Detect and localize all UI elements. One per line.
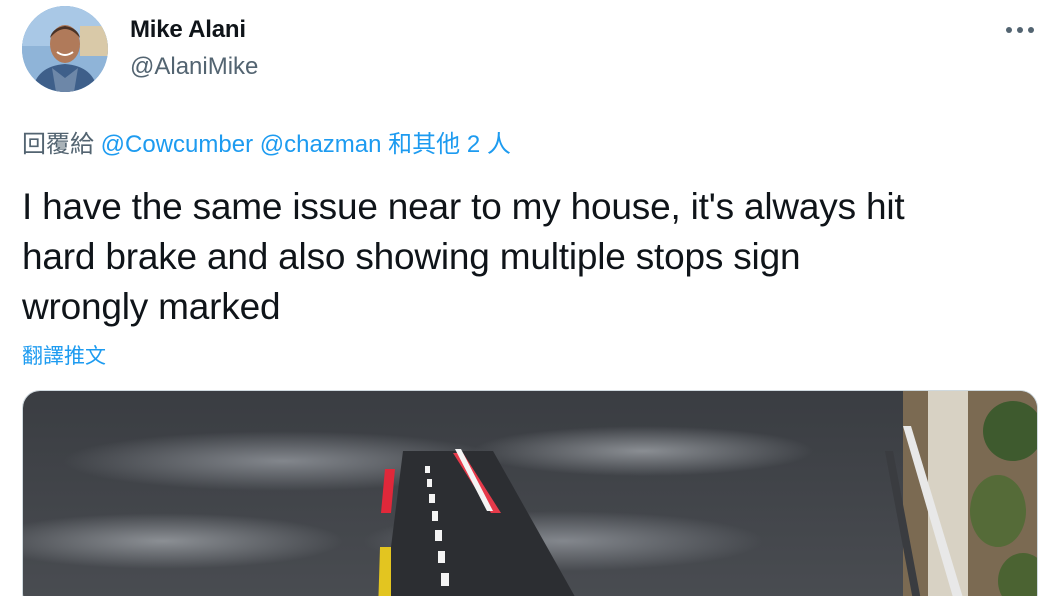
tweet-text-line: wrongly marked (22, 286, 281, 327)
display-name[interactable]: Mike Alani (130, 16, 246, 44)
translate-tweet-link[interactable]: 翻譯推文 (22, 340, 106, 370)
avatar-image (22, 6, 108, 92)
tweet-text-line: I have the same issue near to my house, … (22, 186, 905, 227)
mention-link[interactable]: @Cowcumber (101, 131, 253, 158)
avatar[interactable] (22, 6, 108, 92)
mention-link[interactable]: @chazman (260, 131, 382, 158)
others-link[interactable]: 和其他 2 人 (388, 131, 511, 158)
tweet-text-line: hard brake and also showing multiple sto… (22, 236, 801, 277)
tweet-text: I have the same issue near to my house, … (22, 182, 1032, 332)
tweet-media-image[interactable] (22, 390, 1038, 596)
road-photo (23, 391, 1037, 596)
more-horizontal-icon (1006, 27, 1034, 33)
more-options-button[interactable] (1000, 12, 1040, 48)
reply-context: 回覆給 @Cowcumber @chazman 和其他 2 人 (22, 124, 511, 159)
reply-prefix: 回覆給 (22, 131, 94, 158)
user-handle[interactable]: @AlaniMike (130, 53, 258, 81)
